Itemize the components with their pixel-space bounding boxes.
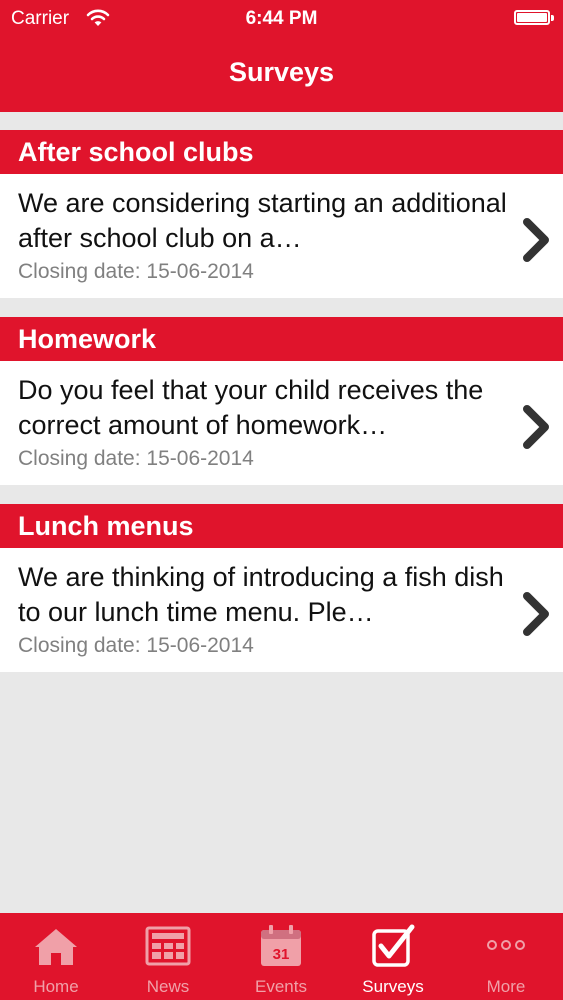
battery-tip (551, 15, 554, 21)
tab-label: News (146, 977, 190, 996)
chevron-right-icon[interactable] (520, 403, 552, 451)
calendar-day: 31 (273, 946, 290, 963)
survey-description: Do you feel that your child receives the… (18, 375, 484, 440)
survey-section: Lunch menus We are thinking of introduci… (0, 504, 563, 672)
calendar-icon: 31 (261, 925, 301, 966)
survey-closing-date: Closing date: 15-06-2014 (18, 447, 254, 470)
tab-label: Events (255, 977, 307, 996)
chevron-right-icon[interactable] (520, 590, 552, 638)
chevron-right-icon[interactable] (520, 216, 552, 264)
survey-section: Homework Do you feel that your child rec… (0, 317, 563, 485)
tab-events[interactable]: 31 Events (225, 913, 337, 1000)
checkbox-icon (372, 924, 415, 967)
more-icon (487, 940, 525, 950)
home-icon (35, 929, 77, 965)
clock: 6:44 PM (245, 8, 318, 29)
tab-surveys[interactable]: Surveys (337, 913, 449, 1000)
tab-bar: Home News 31 Events Surveys More (0, 913, 563, 1000)
survey-row[interactable]: We are thinking of introducing a fish di… (0, 548, 563, 672)
survey-row[interactable]: Do you feel that your child receives the… (0, 361, 563, 485)
tab-label: Surveys (362, 977, 424, 996)
tab-label: More (486, 977, 526, 996)
news-icon (145, 926, 191, 966)
navigation-bar: Surveys (0, 38, 563, 112)
tab-label: Home (33, 977, 79, 996)
battery-icon (514, 10, 550, 25)
tab-news[interactable]: News (112, 913, 224, 1000)
survey-description: We are considering starting an additiona… (18, 188, 507, 253)
page-title: Surveys (228, 57, 335, 87)
survey-category-header: After school clubs (0, 130, 563, 174)
survey-category-header: Lunch menus (0, 504, 563, 548)
survey-closing-date: Closing date: 15-06-2014 (18, 260, 254, 283)
survey-closing-date: Closing date: 15-06-2014 (18, 634, 254, 657)
tab-more[interactable]: More (450, 913, 562, 1000)
status-bar: Carrier 6:44 PM (0, 0, 563, 38)
survey-description: We are thinking of introducing a fish di… (18, 562, 504, 627)
survey-section: After school clubs We are considering st… (0, 130, 563, 298)
tab-home[interactable]: Home (0, 913, 112, 1000)
survey-row[interactable]: We are considering starting an additiona… (0, 174, 563, 298)
survey-category-header: Homework (0, 317, 563, 361)
